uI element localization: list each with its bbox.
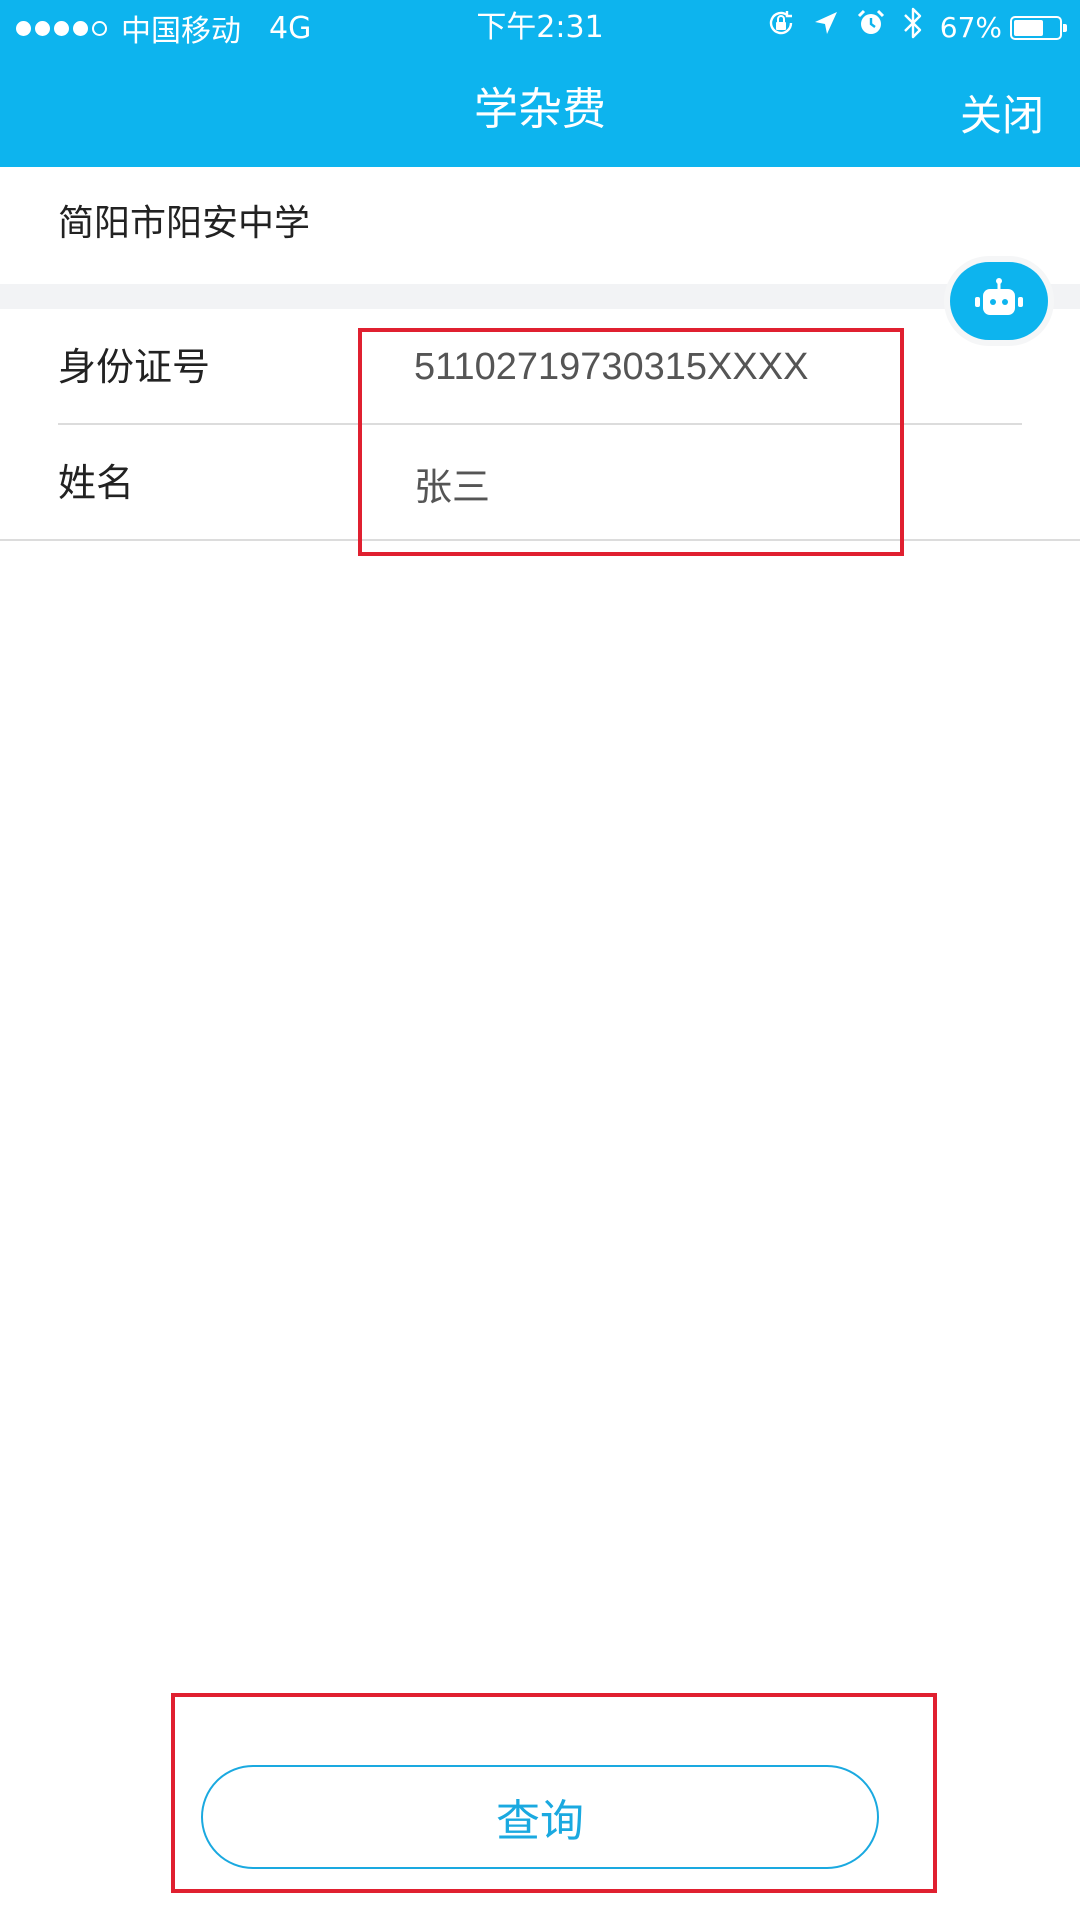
- close-button[interactable]: 关闭: [960, 86, 1044, 146]
- status-right: 67%: [750, 6, 1067, 51]
- section-gap: [0, 284, 1080, 309]
- id-number-label: 身份证号: [58, 345, 211, 389]
- alarm-icon: [856, 8, 886, 49]
- status-bar: 中国移动 4G 下午2:31 67%: [0, 0, 1080, 56]
- rotation-lock-icon: [766, 8, 796, 49]
- app-header: 中国移动 4G 下午2:31 67% 学杂费 关闭: [0, 0, 1080, 167]
- battery-percent: 67%: [939, 11, 1002, 44]
- battery-tip: [1063, 24, 1067, 32]
- name-label: 姓名: [58, 461, 135, 505]
- id-number-input[interactable]: [410, 331, 898, 403]
- page-title: 学杂费: [474, 84, 606, 135]
- robot-icon: [973, 277, 1025, 325]
- location-arrow-icon: [812, 8, 840, 48]
- school-row: 简阳市阳安中学: [0, 167, 1080, 284]
- query-button[interactable]: 查询: [201, 1765, 879, 1869]
- battery-icon: [1010, 16, 1067, 40]
- assistant-button[interactable]: [950, 262, 1048, 340]
- bluetooth-icon: [902, 6, 924, 51]
- battery-level-fill: [1014, 20, 1043, 36]
- school-name: 简阳市阳安中学: [58, 203, 311, 244]
- form-bottom-divider: [0, 539, 1080, 541]
- name-row: 姓名: [0, 425, 1080, 541]
- id-number-row: 身份证号: [0, 309, 1080, 425]
- name-input[interactable]: [410, 447, 898, 519]
